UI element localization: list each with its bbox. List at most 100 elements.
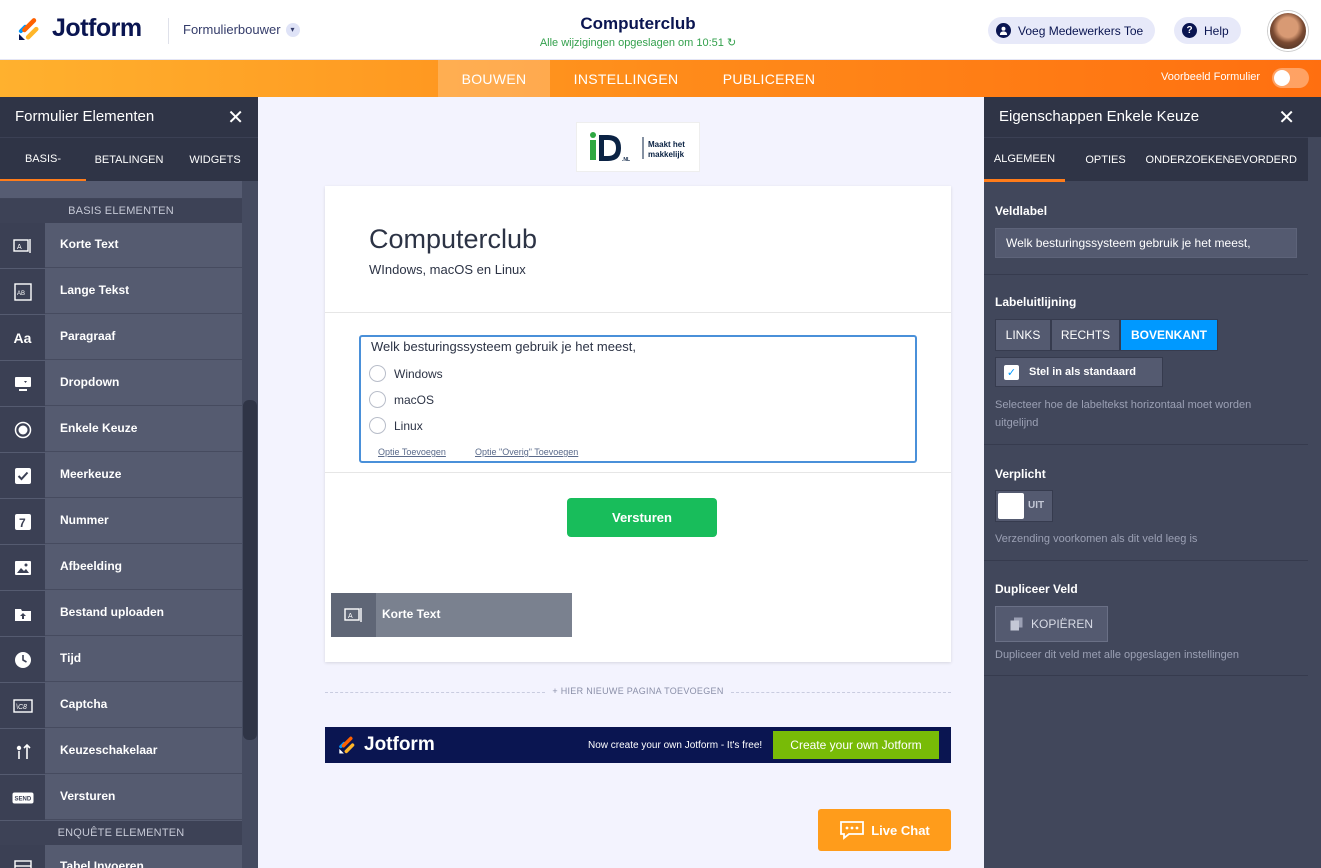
clock-icon	[14, 651, 31, 668]
chat-icon	[840, 821, 865, 840]
option-label: Linux	[394, 418, 423, 433]
divider	[325, 312, 951, 313]
svg-text:A: A	[17, 244, 22, 251]
element-image[interactable]: Afbeelding	[0, 545, 242, 590]
element-label: Tijd	[60, 651, 82, 665]
logo-suffix: .NL	[622, 157, 630, 163]
element-multiple-choice[interactable]: Meerkeuze	[0, 453, 242, 498]
tab-advanced[interactable]: GEVORDERD	[1230, 138, 1308, 182]
align-left-button[interactable]: LINKS	[995, 319, 1051, 351]
element-file-upload[interactable]: Bestand uploaden	[0, 591, 242, 636]
logo-tagline-1: Maakt het	[648, 140, 685, 149]
brand-logo[interactable]: .NL Maakt het makkelijk	[576, 122, 700, 172]
element-label: Meerkeuze	[60, 467, 122, 481]
close-icon[interactable]: ✕	[227, 105, 244, 130]
add-other-option-link[interactable]: Optie "Overig" Toevoegen	[475, 447, 578, 457]
element-paragraph[interactable]: Aa Paragraaf	[0, 315, 242, 360]
required-state: UIT	[1028, 500, 1045, 511]
table-icon	[13, 859, 32, 868]
toggle-knob	[998, 493, 1024, 519]
create-jotform-button[interactable]: Create your own Jotform	[773, 731, 939, 759]
form-elements-panel: Formulier Elementen ✕ BASIS- BETALINGEN …	[0, 97, 258, 868]
tab-payments[interactable]: BETALINGEN	[86, 138, 172, 182]
copy-field-button[interactable]: KOPIËREN	[995, 606, 1108, 642]
add-new-page[interactable]: + HIER NIEUWE PAGINA TOEVOEGEN	[325, 686, 951, 700]
question-label[interactable]: Welk besturingssysteem gebruik je het me…	[371, 339, 636, 354]
element-time[interactable]: Tijd	[0, 637, 242, 682]
add-option-link[interactable]: Optie Toevoegen	[378, 447, 446, 457]
submit-button[interactable]: Versturen	[567, 498, 717, 537]
element-submit[interactable]: SEND Versturen	[0, 775, 242, 820]
element-label: Dropdown	[60, 375, 120, 389]
radio-button[interactable]	[369, 391, 386, 408]
live-chat-button[interactable]: Live Chat	[818, 809, 951, 851]
radio-option-linux[interactable]: Linux	[369, 417, 423, 434]
svg-text:A: A	[348, 613, 353, 620]
radio-option-macos[interactable]: macOS	[369, 391, 434, 408]
tab-widgets[interactable]: WIDGETS	[172, 138, 258, 182]
element-label: Afbeelding	[60, 559, 122, 573]
tab-options[interactable]: OPTIES	[1065, 138, 1146, 182]
element-label: Bestand uploaden	[60, 605, 165, 619]
element-label: Tabel Invoeren	[60, 859, 144, 868]
banner-logo-text: Jotform	[364, 734, 435, 755]
element-label: Paragraaf	[60, 329, 116, 343]
tab-surveys[interactable]: ONDERZOEKEN	[1146, 138, 1230, 182]
tab-general[interactable]: ALGEMEEN	[984, 138, 1065, 182]
element-toggle-switch[interactable]: Keuzeschakelaar	[0, 729, 242, 774]
banner-text: Now create your own Jotform - It's free!	[588, 740, 763, 751]
set-default-checkbox[interactable]: ✓ Stel in als standaard	[995, 357, 1163, 387]
required-toggle[interactable]: UIT	[995, 490, 1053, 522]
form-elements-header: Formulier Elementen	[0, 97, 258, 137]
element-label: Nummer	[60, 513, 109, 527]
option-label: macOS	[394, 392, 435, 407]
align-right-button[interactable]: RECHTS	[1051, 319, 1120, 351]
element-label: Korte Text	[60, 237, 119, 251]
radio-option-windows[interactable]: Windows	[369, 365, 443, 382]
element-long-text[interactable]: AB Lange Tekst	[0, 269, 242, 314]
logo-tagline-2: makkelijk	[648, 150, 685, 159]
label-alignment-heading: Labeluitlijning	[995, 295, 1077, 309]
radio-button[interactable]	[369, 365, 386, 382]
help-button[interactable]: ? Help	[1174, 17, 1241, 44]
element-captcha[interactable]: \C8 Captcha	[0, 683, 242, 728]
tab-publiceren[interactable]: PUBLICEREN	[702, 60, 836, 97]
element-single-choice[interactable]: Enkele Keuze	[0, 407, 242, 452]
tab-bouwen[interactable]: BOUWEN	[438, 60, 550, 97]
properties-panel: Eigenschappen Enkele Keuze ✕ ALGEMEEN OP…	[984, 97, 1321, 868]
user-avatar[interactable]	[1268, 11, 1308, 51]
close-icon[interactable]: ✕	[1278, 105, 1295, 130]
element-short-text[interactable]: A Korte Text	[0, 223, 242, 268]
help-label: Help	[1204, 23, 1229, 38]
form-subheading[interactable]: WIndows, macOS en Linux	[369, 262, 526, 277]
preview-form-toggle[interactable]	[1272, 68, 1309, 88]
elements-list[interactable]: BASIS ELEMENTEN A Korte Text AB Lange Te…	[0, 181, 242, 868]
jotform-logo-icon	[339, 736, 355, 754]
duplicate-field-help: Dupliceer dit veld met alle opgeslagen i…	[995, 649, 1239, 661]
form-heading[interactable]: Computerclub	[369, 224, 537, 255]
divider	[325, 472, 951, 473]
section-basic-elements: BASIS ELEMENTEN	[0, 199, 242, 223]
element-input-table[interactable]: Tabel Invoeren	[0, 845, 242, 868]
element-dropdown[interactable]: Dropdown	[0, 361, 242, 406]
dropdown-icon	[14, 376, 31, 391]
element-label: Enkele Keuze	[60, 421, 138, 435]
single-choice-question[interactable]: Welk besturingssysteem gebruik je het me…	[359, 335, 917, 463]
captcha-icon: \C8	[12, 698, 33, 713]
elements-scrollbar[interactable]	[243, 400, 257, 740]
tab-instellingen[interactable]: INSTELLINGEN	[550, 60, 702, 97]
switch-icon	[16, 743, 31, 759]
tab-basic[interactable]: BASIS-	[0, 138, 86, 182]
image-icon	[14, 560, 31, 575]
radio-button[interactable]	[369, 417, 386, 434]
dragging-element-short-text[interactable]: A Korte Text	[331, 593, 572, 637]
add-collaborators-button[interactable]: Voeg Medewerkers Toe	[988, 17, 1156, 44]
element-number[interactable]: 7 Nummer	[0, 499, 242, 544]
toggle-knob	[1274, 70, 1290, 86]
field-label-heading: Veldlabel	[995, 204, 1048, 218]
field-label-input[interactable]: Welk besturingssysteem gebruik je het me…	[995, 228, 1297, 258]
saved-status-text: Alle wijzigingen opgeslagen om 10:51	[539, 37, 724, 49]
align-top-button[interactable]: BOVENKANT	[1120, 319, 1218, 351]
copy-icon	[1010, 617, 1023, 631]
upload-icon	[14, 608, 31, 621]
